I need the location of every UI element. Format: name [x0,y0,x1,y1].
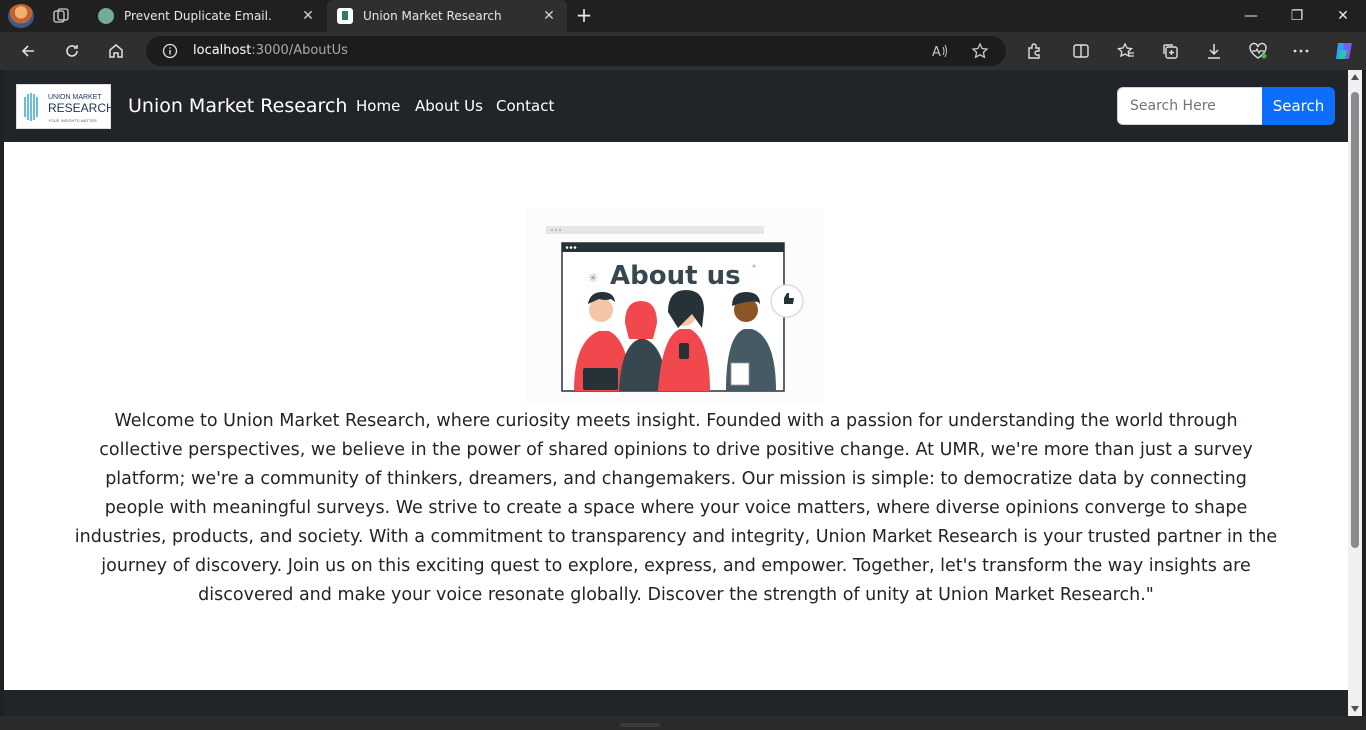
tab-union-market-research[interactable]: Union Market Research ✕ [327,0,567,32]
chatgpt-icon [98,8,114,24]
nav-link-contact[interactable]: Contact [496,97,554,115]
umr-favicon-icon [337,8,353,24]
nav-link-about-us[interactable]: About Us [415,97,483,115]
scroll-down-arrow-icon[interactable] [1351,706,1359,712]
page-viewport: UNION MARKET RESEARCH YOUR INSIGHTS MATT… [4,70,1348,716]
reload-button[interactable] [58,38,86,64]
back-arrow-icon [21,45,34,57]
nav-link-home[interactable]: Home [356,97,400,115]
about-paragraph: Welcome to Union Market Research, where … [74,411,1278,605]
back-button[interactable] [14,38,42,64]
site-navbar: UNION MARKET RESEARCH YOUR INSIGHTS MATT… [4,70,1348,142]
tab-title: Prevent Duplicate Email. [124,9,272,23]
copilot-icon[interactable] [1330,38,1358,64]
window-close-button[interactable]: ✕ [1320,0,1366,32]
favorites-icon[interactable] [1112,38,1140,64]
logo-line-1: UNION MARKET [48,94,102,101]
logo-line-2: RESEARCH [48,101,112,115]
scrollbar-thumb[interactable] [1351,92,1359,548]
url-text: localhost:3000/AboutUs [193,43,348,58]
read-aloud-icon[interactable]: A [929,41,951,61]
svg-text:A: A [932,45,941,59]
logo-line-3: YOUR INSIGHTS MATTER [48,118,97,123]
profile-avatar[interactable] [8,4,34,28]
reload-icon [66,45,78,57]
extensions-icon[interactable] [1020,38,1048,64]
browser-bottom-edge [0,716,1366,730]
page-scrollbar[interactable] [1348,70,1362,716]
site-logo[interactable]: UNION MARKET RESEARCH YOUR INSIGHTS MATT… [16,84,115,129]
resize-handle[interactable] [620,723,660,727]
browser-essentials-icon[interactable] [1244,38,1272,64]
search-button[interactable]: Search [1262,87,1335,125]
address-bar[interactable]: localhost:3000/AboutUs A [146,36,1006,66]
svg-text:✳: ✳ [588,271,598,285]
new-tab-button[interactable]: + [572,4,596,28]
home-icon [109,44,123,58]
browser-tab-strip: Prevent Duplicate Email. ✕ Union Market … [0,0,1366,32]
site-info-icon[interactable] [162,43,178,59]
split-screen-icon[interactable] [1067,38,1095,64]
maximize-button[interactable]: ❐ [1274,0,1320,32]
url-path: :3000/AboutUs [251,43,348,58]
downloads-icon[interactable] [1200,38,1228,64]
brand-name[interactable]: Union Market Research [128,95,347,117]
minimize-button[interactable]: — [1228,0,1274,32]
home-button[interactable] [102,38,130,64]
about-us-illustration: About us ✳ [526,208,824,403]
hero-title: About us [610,261,741,291]
search-input[interactable] [1117,87,1263,125]
close-icon[interactable]: ✕ [296,8,320,24]
favorite-star-icon[interactable] [969,41,991,61]
site-footer [4,690,1348,716]
tab-title: Union Market Research [363,9,502,23]
more-options-icon[interactable] [1287,38,1315,64]
url-host: localhost [193,43,252,58]
scroll-up-arrow-icon[interactable] [1351,74,1359,80]
close-icon[interactable]: ✕ [537,8,561,24]
tab-prevent-duplicate-email[interactable]: Prevent Duplicate Email. ✕ [88,0,326,32]
browser-toolbar: localhost:3000/AboutUs A [0,32,1366,70]
collections-icon[interactable] [1156,38,1184,64]
workspaces-icon[interactable] [52,7,70,25]
